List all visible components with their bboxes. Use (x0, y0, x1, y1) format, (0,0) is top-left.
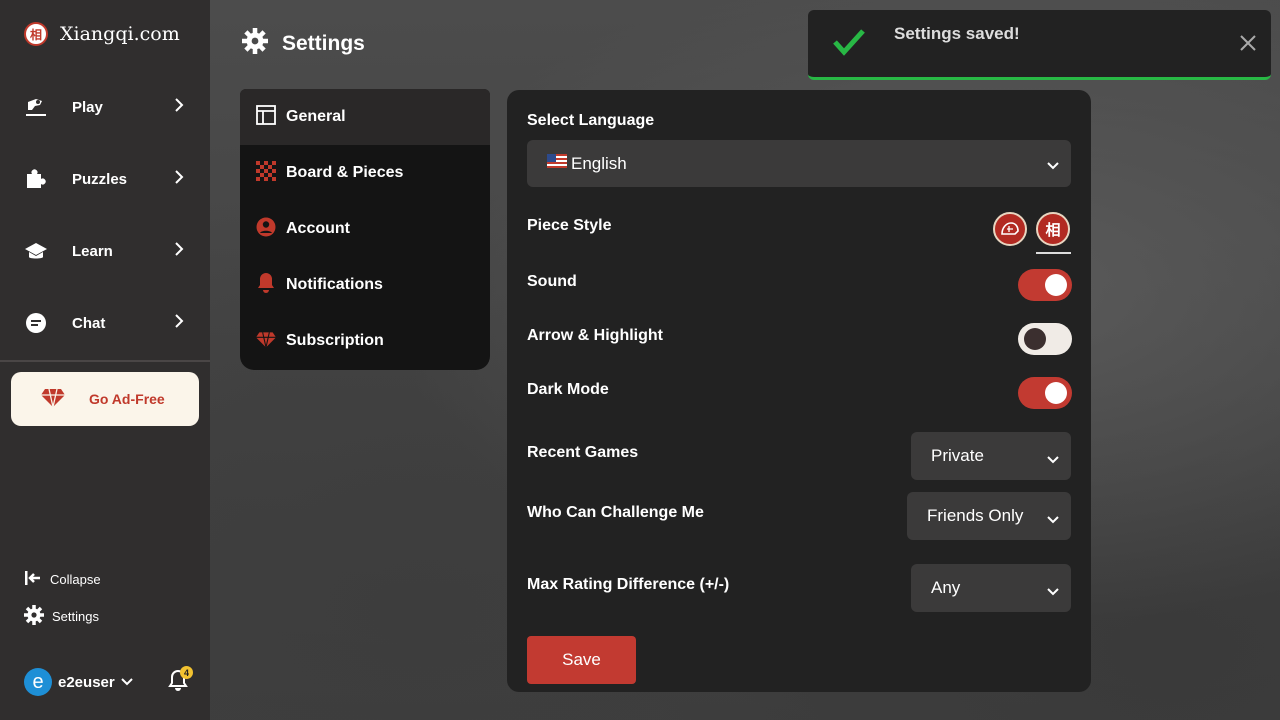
dark-mode-toggle[interactable] (1018, 377, 1072, 409)
sidebar-item-chat[interactable]: Chat (0, 301, 210, 345)
sidebar-item-learn[interactable]: Learn (0, 229, 210, 273)
settings-nav-label: Board & Pieces (286, 164, 404, 181)
settings-nav-label: Notifications (286, 276, 383, 293)
layout-icon (256, 104, 276, 130)
piece-style-character-option[interactable]: 相 (1036, 212, 1070, 246)
sound-toggle[interactable] (1018, 269, 1072, 301)
challenge-select[interactable]: Friends Only (907, 492, 1071, 540)
gear-icon (24, 605, 44, 628)
chevron-down-icon (1047, 449, 1059, 469)
sound-label: Sound (527, 273, 577, 290)
chevron-right-icon (174, 241, 184, 262)
toggle-knob (1045, 382, 1067, 404)
settings-label: Settings (52, 609, 99, 624)
settings-nav-label: Account (286, 220, 350, 237)
challenge-label: Who Can Challenge Me (527, 504, 704, 521)
collapse-label: Collapse (50, 572, 101, 587)
avatar: e (24, 668, 52, 696)
settings-nav-general[interactable]: General (240, 89, 490, 145)
collapse-button[interactable]: Collapse (24, 570, 101, 589)
logo-badge-icon: 相 (24, 22, 48, 46)
chevron-down-icon (1047, 509, 1059, 529)
chat-icon (24, 311, 48, 335)
diamond-icon (41, 387, 65, 412)
dark-mode-label: Dark Mode (527, 381, 609, 398)
sidebar-divider (0, 360, 210, 362)
notification-count-badge: 4 (180, 666, 193, 679)
chevron-down-icon (1047, 157, 1059, 175)
collapse-icon (24, 570, 42, 589)
sidebar-item-puzzles[interactable]: Puzzles (0, 157, 210, 201)
settings-nav-board-pieces[interactable]: Board & Pieces (240, 145, 490, 201)
sidebar-item-label: Play (72, 98, 103, 116)
sidebar-item-label: Puzzles (72, 170, 128, 188)
challenge-value: Friends Only (927, 506, 1024, 525)
logo[interactable]: 相 Xiangqi.com (24, 22, 180, 46)
user-menu[interactable]: e e2euser (24, 668, 133, 696)
selected-piece-indicator (1036, 252, 1071, 254)
settings-nav-notifications[interactable]: Notifications (240, 257, 490, 313)
arrow-highlight-label: Arrow & Highlight (527, 327, 663, 344)
select-language-label: Select Language (527, 112, 655, 129)
bell-icon (168, 669, 188, 696)
save-button[interactable]: Save (527, 636, 636, 684)
sidebar-item-play[interactable]: Play (0, 85, 210, 129)
diamond-icon (256, 330, 276, 353)
toast-notification: Settings saved! (808, 10, 1271, 80)
toast-message: Settings saved! (894, 24, 1020, 43)
close-icon[interactable] (1239, 34, 1257, 52)
checkerboard-icon (256, 160, 276, 186)
go-ad-free-button[interactable]: Go Ad-Free (11, 372, 199, 426)
recent-games-select[interactable]: Private (911, 432, 1071, 480)
username: e2euser (58, 673, 115, 691)
chevron-right-icon (174, 97, 184, 118)
settings-nav-label: General (286, 108, 346, 125)
gear-icon (242, 28, 268, 59)
logo-text: Xiangqi.com (60, 23, 180, 45)
chevron-down-icon (121, 673, 133, 691)
page-header: Settings (242, 28, 365, 59)
arrow-highlight-toggle[interactable] (1018, 323, 1072, 355)
traditional-piece-icon[interactable] (993, 212, 1027, 246)
recent-games-label: Recent Games (527, 444, 639, 461)
settings-link[interactable]: Settings (24, 605, 99, 628)
language-value: English (571, 153, 627, 173)
notifications-bell-button[interactable]: 4 (168, 666, 193, 692)
puzzle-icon (24, 167, 48, 191)
us-flag-icon (547, 154, 567, 173)
rating-difference-label: Max Rating Difference (+/-) (527, 576, 730, 593)
chevron-right-icon (174, 313, 184, 334)
general-settings-panel: Select Language English Piece Style 相 So… (507, 90, 1091, 692)
page-title: Settings (282, 31, 365, 55)
sidebar-item-label: Chat (72, 314, 106, 332)
rating-difference-select[interactable]: Any (911, 564, 1071, 612)
bell-icon (256, 272, 276, 299)
settings-nav: General Board & Pieces Account Notificat… (240, 89, 490, 370)
toggle-knob (1024, 328, 1046, 350)
sidebar-item-label: Learn (72, 242, 113, 260)
chevron-right-icon (174, 169, 184, 190)
settings-nav-subscription[interactable]: Subscription (240, 313, 490, 369)
play-hand-icon (24, 95, 48, 119)
graduation-cap-icon (24, 239, 48, 263)
sidebar: 相 Xiangqi.com Play Puzzles Learn Chat Go… (0, 0, 210, 720)
language-select[interactable]: English (527, 140, 1071, 187)
settings-nav-account[interactable]: Account (240, 201, 490, 257)
toggle-knob (1045, 274, 1067, 296)
piece-style-label: Piece Style (527, 217, 612, 234)
rating-difference-value: Any (931, 578, 961, 597)
chevron-down-icon (1047, 581, 1059, 601)
recent-games-value: Private (931, 446, 984, 465)
check-icon (832, 28, 866, 61)
settings-nav-label: Subscription (286, 332, 384, 349)
user-circle-icon (256, 217, 276, 242)
go-ad-free-label: Go Ad-Free (89, 391, 165, 407)
